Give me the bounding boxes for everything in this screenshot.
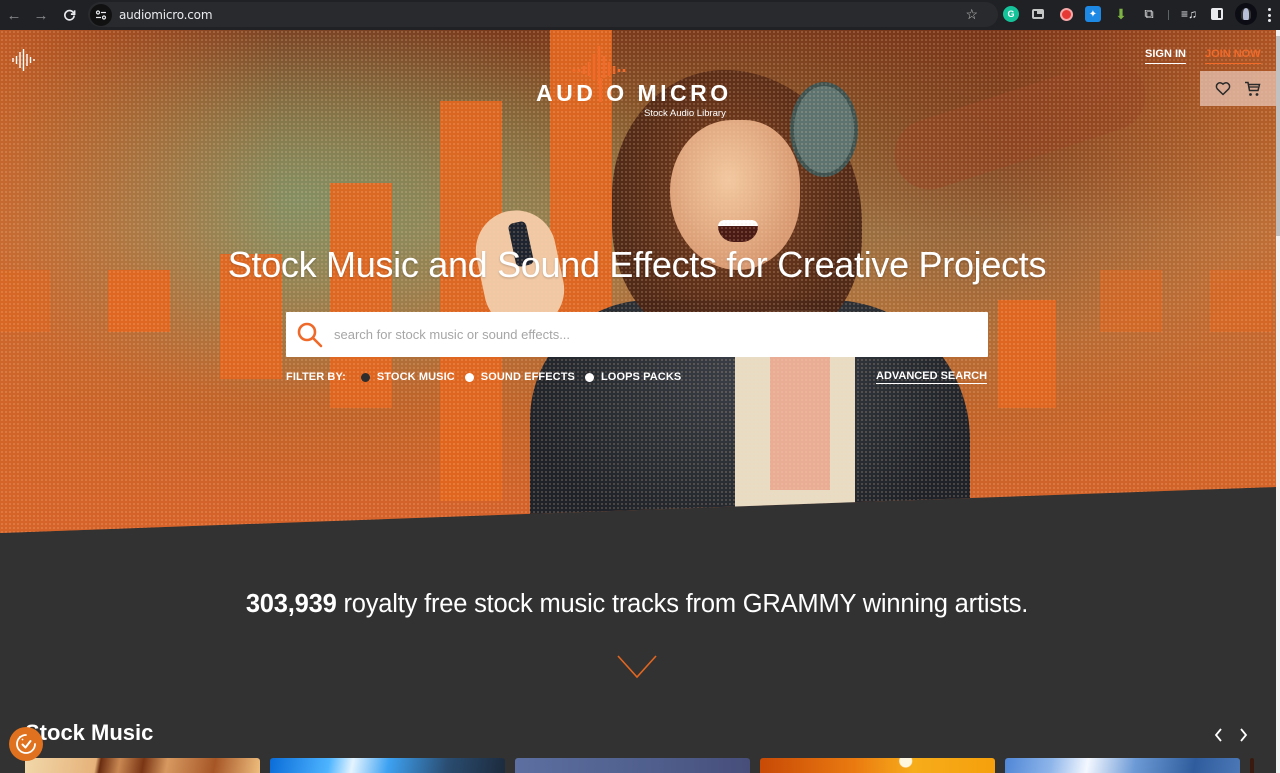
scroll-down-chevron-icon[interactable] [617, 655, 657, 679]
extensions-puzzle-icon[interactable]: ⧉ [1141, 6, 1157, 22]
search-bar[interactable] [286, 312, 988, 357]
track-count: 303,939 [245, 590, 337, 618]
advanced-search-link[interactable]: ADVANCED SEARCH [876, 370, 988, 384]
logo-wordmark: AUD O MICRO [536, 80, 732, 106]
filter-label: FILTER BY: [286, 371, 346, 383]
filter-option-label: LOOPS PACKS [600, 371, 682, 383]
media-control-icon[interactable]: ≡♫ [1181, 6, 1197, 22]
site-settings-icon [95, 9, 107, 20]
filter-loops-packs-radio[interactable]: LOOPS PACKS [584, 371, 682, 383]
join-now-link[interactable]: JOIN NOW [1205, 48, 1261, 64]
url-text[interactable]: audiomicro.com [119, 8, 213, 22]
user-actions-panel [1200, 71, 1276, 106]
shopping-cart-icon[interactable] [1244, 81, 1261, 97]
filter-option-label: STOCK MUSIC [376, 371, 455, 383]
radio-unselected-icon [464, 372, 474, 382]
page: AUD O MICRO Stock Audio Library SIGN IN … [0, 30, 1276, 773]
cookie-consent-button[interactable] [9, 727, 43, 761]
carousel-thumbnail[interactable] [1005, 758, 1240, 773]
tagline-text: royalty free stock music tracks from GRA… [336, 590, 1029, 618]
grammarly-icon[interactable]: G [1003, 6, 1019, 22]
logo-i-bar [599, 78, 602, 102]
chevron-left-icon[interactable] [1211, 727, 1225, 743]
profile-avatar[interactable] [1235, 3, 1257, 25]
search-icon[interactable] [286, 312, 334, 357]
logo-subtitle: Stock Audio Library [644, 108, 726, 119]
hero-headline: Stock Music and Sound Effects for Creati… [227, 244, 1047, 285]
waveform-menu-icon[interactable] [11, 48, 35, 72]
picture-in-picture-icon[interactable] [1030, 6, 1046, 22]
audiomicro-logo[interactable]: AUD O MICRO Stock Audio Library [536, 44, 741, 124]
side-panel-icon[interactable] [1209, 6, 1225, 22]
filter-sound-effects-radio[interactable]: SOUND EFFECTS [464, 371, 575, 383]
carousel-thumbnail[interactable] [270, 758, 505, 773]
download-icon[interactable]: ⬇ [1113, 6, 1129, 22]
page-scrollbar[interactable] [1276, 30, 1280, 773]
filter-stock-music-radio[interactable]: STOCK MUSIC [360, 371, 455, 383]
browser-toolbar: ← → audiomicro.com ☆ G ✦ ⬇ ⧉ ≡♫ [0, 0, 1280, 30]
bookmark-star-icon[interactable]: ☆ [965, 6, 978, 23]
track-count-tagline: 303,939 royalty free stock music tracks … [0, 590, 1274, 619]
filter-option-label: SOUND EFFECTS [480, 371, 575, 383]
chevron-right-icon[interactable] [1236, 727, 1250, 743]
carousel-thumbnail[interactable] [515, 758, 750, 773]
forward-button[interactable]: → [28, 2, 54, 28]
carousel-thumbnail[interactable] [760, 758, 995, 773]
bird-extension-icon[interactable]: ✦ [1085, 6, 1101, 22]
browser-menu-icon[interactable] [1266, 6, 1272, 24]
cookie-consent-icon [16, 734, 36, 754]
section-title-stock-music: Stock Music [25, 720, 154, 745]
search-input[interactable] [334, 314, 988, 355]
logo-waveform-icon [572, 46, 626, 84]
radio-unselected-icon [584, 372, 594, 382]
scrollbar-thumb[interactable] [1276, 36, 1280, 236]
carousel-thumbnail[interactable] [25, 758, 260, 773]
record-icon[interactable] [1058, 6, 1074, 22]
reload-button[interactable] [56, 2, 82, 28]
search-filter: FILTER BY: STOCK MUSIC SOUND EFFECTS LOO… [286, 370, 691, 384]
wishlist-heart-icon[interactable] [1215, 81, 1231, 96]
toolbar-divider [1168, 10, 1169, 20]
radio-selected-icon [360, 372, 370, 382]
address-bar[interactable]: audiomicro.com ☆ [88, 2, 998, 27]
site-info-button[interactable] [90, 3, 112, 26]
back-button[interactable]: ← [1, 2, 27, 28]
sign-in-link[interactable]: SIGN IN [1145, 48, 1186, 64]
reload-icon [63, 9, 75, 21]
carousel-thumbnail[interactable] [1250, 758, 1254, 773]
